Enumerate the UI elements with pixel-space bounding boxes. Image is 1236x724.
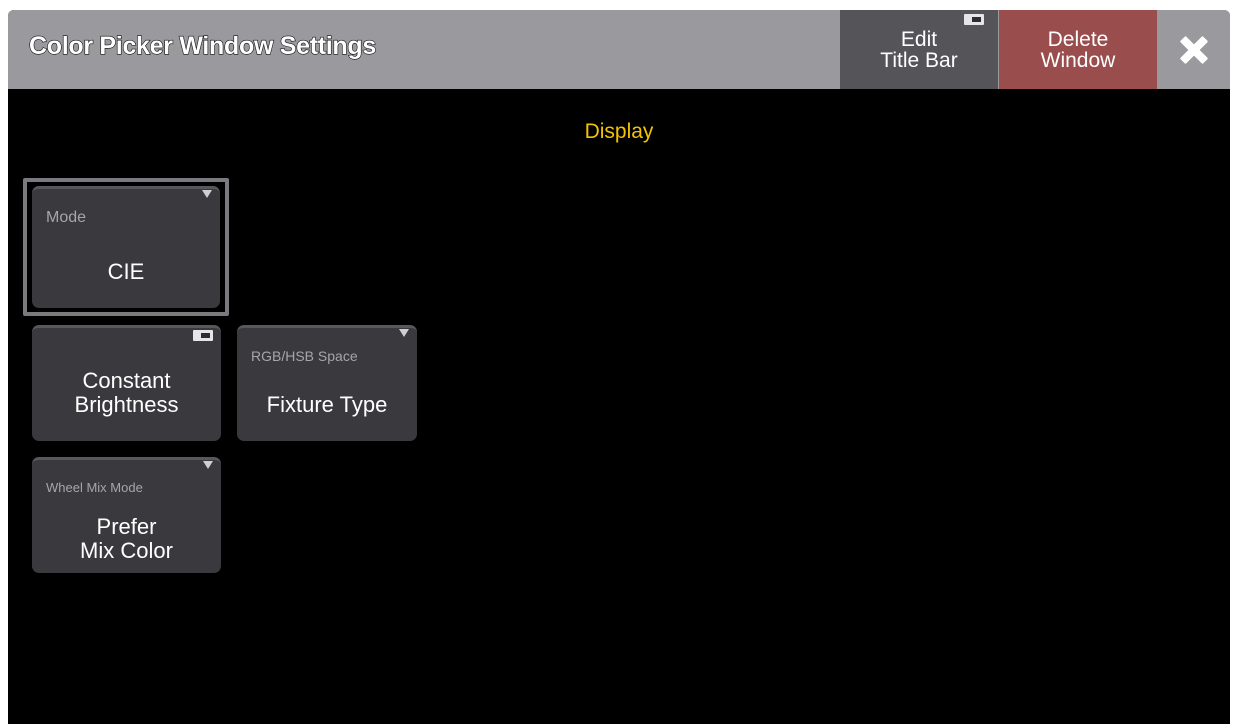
wheel-mix-mode-setting-button[interactable]: Wheel Mix Mode Prefer Mix Color (32, 457, 221, 573)
wheel-mix-mode-value: Prefer Mix Color (80, 514, 173, 563)
settings-window: Color Picker Window Settings Edit Title … (8, 10, 1230, 724)
edit-title-bar-button[interactable]: Edit Title Bar (840, 10, 998, 89)
toggle-indicator-icon (964, 14, 984, 25)
mode-value: CIE (107, 259, 145, 284)
constant-brightness-toggle[interactable]: Constant Brightness (32, 325, 221, 441)
dropdown-triangle-icon (399, 329, 409, 337)
rgb-hsb-space-value: Fixture Type (266, 392, 388, 417)
wheel-mix-mode-label: Wheel Mix Mode (46, 480, 143, 495)
delete-window-label: Delete Window (1040, 27, 1116, 72)
toggle-indicator-icon (193, 330, 213, 341)
close-icon (1178, 34, 1210, 66)
mode-label: Mode (46, 209, 87, 226)
close-button[interactable] (1158, 10, 1230, 89)
mode-setting-button[interactable]: Mode CIE (32, 186, 220, 308)
dropdown-triangle-icon (203, 461, 213, 469)
section-title-display: Display (584, 120, 654, 143)
rgb-hsb-space-label: RGB/HSB Space (251, 348, 358, 364)
delete-window-button[interactable]: Delete Window (999, 10, 1157, 89)
rgb-hsb-space-setting-button[interactable]: RGB/HSB Space Fixture Type (237, 325, 417, 441)
dropdown-triangle-icon (202, 190, 212, 198)
constant-brightness-label: Constant Brightness (74, 368, 179, 417)
edit-title-bar-label: Edit Title Bar (880, 27, 958, 72)
title-bar: Color Picker Window Settings Edit Title … (8, 10, 1230, 89)
window-title: Color Picker Window Settings (28, 31, 376, 60)
